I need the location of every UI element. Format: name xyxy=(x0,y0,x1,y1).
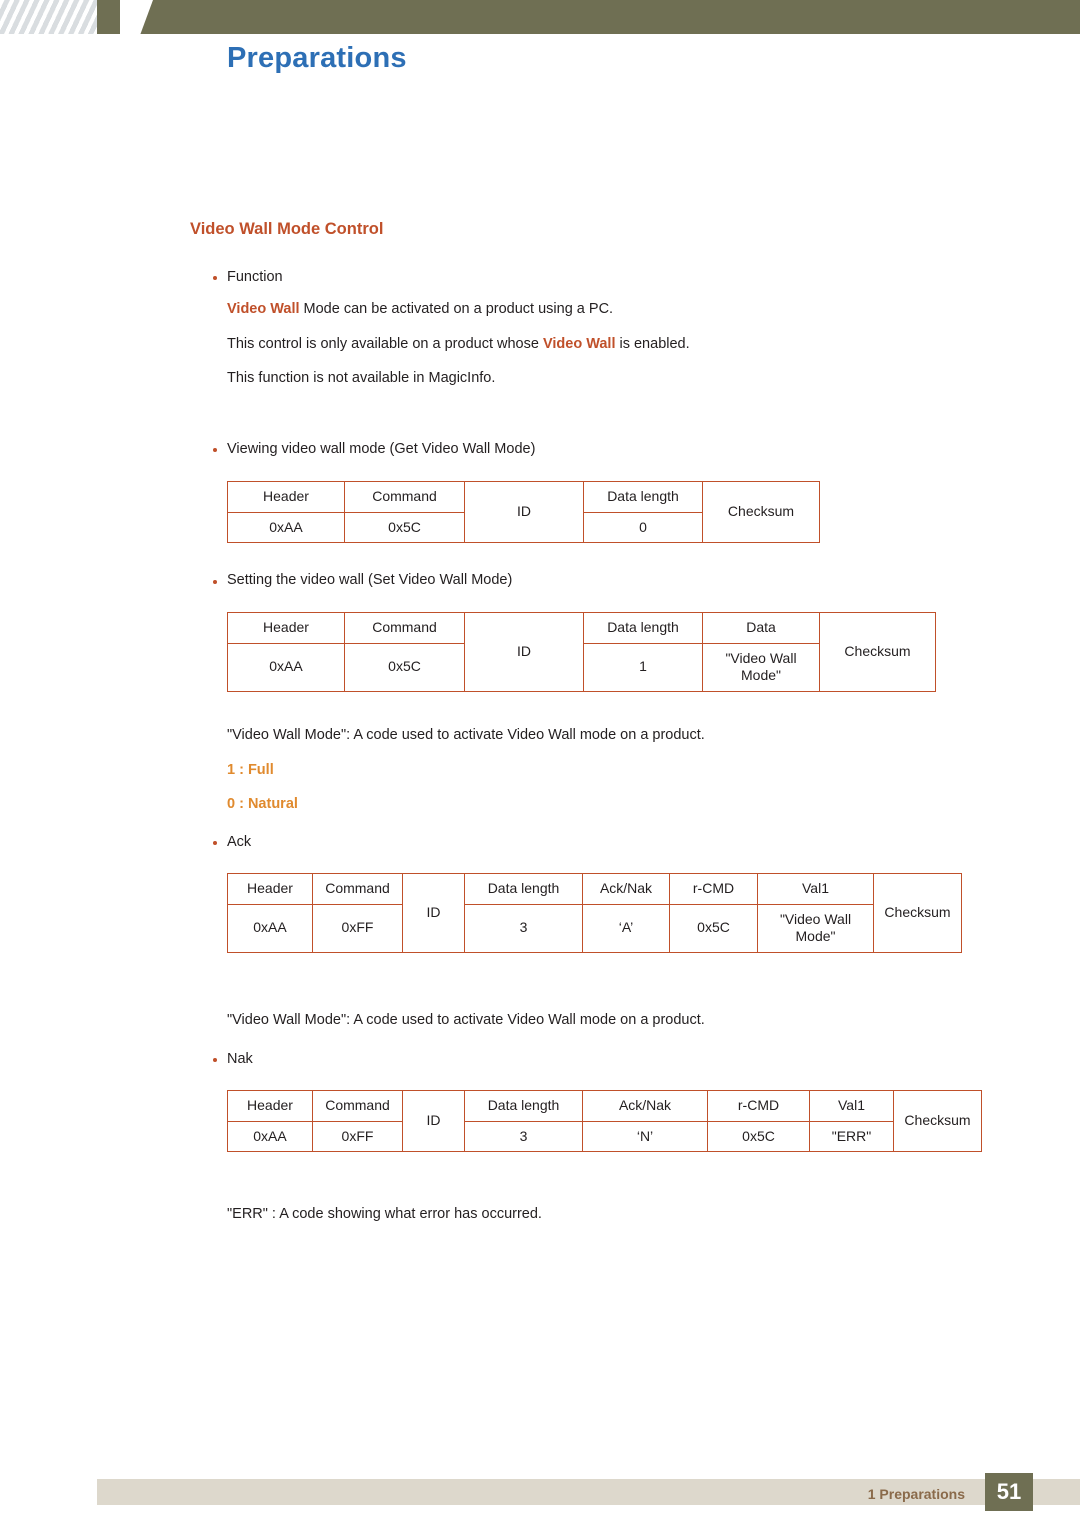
cell-command-label: Command xyxy=(344,481,465,513)
cell-datalength-label: Data length xyxy=(583,481,703,513)
videowall-term: Video Wall xyxy=(227,301,300,317)
function-label: Function xyxy=(227,269,283,285)
cell-datalength-value: 1 xyxy=(583,642,703,692)
cell-datalength-value: 0 xyxy=(583,511,703,543)
cell-data-value: "Video Wall Mode" xyxy=(702,642,820,692)
cell-checksum-label: Checksum xyxy=(893,1090,982,1152)
cell-id-label: ID xyxy=(464,481,584,543)
header-stripe-decoration xyxy=(0,0,97,34)
cell-rcmd-value: 0x5C xyxy=(707,1120,810,1152)
cell-datalength-label: Data length xyxy=(583,612,703,644)
cell-id-label: ID xyxy=(464,612,584,692)
videowall-term-2: Video Wall xyxy=(542,336,616,352)
code-natural: 0 : Natural xyxy=(227,796,298,812)
code-natural-text: 0 : Natural xyxy=(227,796,298,812)
cell-command-value: 0xFF xyxy=(312,903,403,953)
footer-left-blank xyxy=(0,1479,97,1505)
cell-header-label: Header xyxy=(227,612,345,644)
cell-rcmd-value: 0x5C xyxy=(669,903,758,953)
cell-rcmd-label: r-CMD xyxy=(707,1090,810,1122)
cell-command-value: 0x5C xyxy=(344,642,465,692)
cell-val1-value: "ERR" xyxy=(809,1120,894,1152)
header-olive-block xyxy=(97,0,1080,34)
code-full: 1 : Full xyxy=(227,762,274,778)
ack-label: Ack xyxy=(227,834,252,850)
function-line-2-start: This control is only available on a prod… xyxy=(227,336,543,352)
viewing-label: Viewing video wall mode (Get Video Wall … xyxy=(227,441,536,457)
cell-acknak-value: ‘N’ xyxy=(582,1120,708,1152)
table-set-video-wall-mode: Header Command ID Data length Data Check… xyxy=(227,612,936,692)
cell-val1-value: "Video Wall Mode" xyxy=(757,903,874,953)
note-err: "ERR" : A code showing what error has oc… xyxy=(227,1206,542,1222)
note-videowall-mode-2: "Video Wall Mode": A code used to activa… xyxy=(227,1012,705,1028)
cell-val1-label: Val1 xyxy=(757,873,874,905)
bullet-icon xyxy=(213,1058,217,1062)
cell-val1-label: Val1 xyxy=(809,1090,894,1122)
cell-acknak-label: Ack/Nak xyxy=(582,1090,708,1122)
cell-acknak-value: ‘A’ xyxy=(582,903,670,953)
cell-datalength-value: 3 xyxy=(464,1120,583,1152)
cell-datalength-label: Data length xyxy=(464,1090,583,1122)
cell-header-label: Header xyxy=(227,873,313,905)
bullet-icon xyxy=(213,580,217,584)
cell-datalength-value: 3 xyxy=(464,903,583,953)
table-nak: Header Command ID Data length Ack/Nak r-… xyxy=(227,1090,982,1152)
function-line-1: Video Wall Mode can be activated on a pr… xyxy=(227,301,613,317)
cell-checksum-label: Checksum xyxy=(702,481,820,543)
footer-page-number: 51 xyxy=(985,1473,1033,1511)
cell-header-value: 0xAA xyxy=(227,1120,313,1152)
cell-rcmd-label: r-CMD xyxy=(669,873,758,905)
cell-data-label: Data xyxy=(702,612,820,644)
cell-acknak-label: Ack/Nak xyxy=(582,873,670,905)
table-row: 0xAA 0xFF 3 ‘N’ 0x5C "ERR" xyxy=(227,1120,982,1152)
bullet-icon xyxy=(213,276,217,280)
cell-checksum-label: Checksum xyxy=(873,873,962,953)
cell-checksum-label: Checksum xyxy=(819,612,936,692)
cell-id-label: ID xyxy=(402,873,465,953)
cell-command-value: 0xFF xyxy=(312,1120,403,1152)
cell-datalength-label: Data length xyxy=(464,873,583,905)
section-heading: Video Wall Mode Control xyxy=(190,220,384,238)
bullet-icon xyxy=(213,448,217,452)
function-line-1-rest: Mode can be activated on a product using… xyxy=(299,301,614,317)
footer-label: 1 Preparations xyxy=(867,1486,965,1502)
function-line-2-end: is enabled. xyxy=(615,336,690,352)
page-title: Preparations xyxy=(227,42,407,74)
cell-header-value: 0xAA xyxy=(227,511,345,543)
cell-header-label: Header xyxy=(227,481,345,513)
cell-command-value: 0x5C xyxy=(344,511,465,543)
page-header-bar xyxy=(0,0,1080,34)
cell-header-value: 0xAA xyxy=(227,642,345,692)
cell-command-label: Command xyxy=(344,612,465,644)
bullet-icon xyxy=(213,841,217,845)
cell-command-label: Command xyxy=(312,873,403,905)
cell-header-label: Header xyxy=(227,1090,313,1122)
note-videowall-mode-1: "Video Wall Mode": A code used to activa… xyxy=(227,727,705,743)
nak-label: Nak xyxy=(227,1051,253,1067)
table-row: Header Command ID Data length Data Check… xyxy=(227,612,936,692)
code-full-text: 1 : Full xyxy=(227,762,274,778)
function-line-3: This function is not available in MagicI… xyxy=(227,370,496,386)
table-get-video-wall-mode: Header Command ID Data length Checksum 0… xyxy=(227,481,820,543)
table-row: Header Command ID Data length Ack/Nak r-… xyxy=(227,1090,982,1152)
setting-label: Setting the video wall (Set Video Wall M… xyxy=(227,572,513,588)
table-row: Header Command ID Data length Checksum xyxy=(227,481,820,543)
table-ack: Header Command ID Data length Ack/Nak r-… xyxy=(227,873,962,953)
table-row: 0xAA 0xFF 3 ‘A’ 0x5C "Video Wall Mode" xyxy=(227,903,962,953)
cell-header-value: 0xAA xyxy=(227,903,313,953)
cell-id-label: ID xyxy=(402,1090,465,1152)
function-line-2: This control is only available on a prod… xyxy=(227,336,690,352)
cell-command-label: Command xyxy=(312,1090,403,1122)
table-row: Header Command ID Data length Ack/Nak r-… xyxy=(227,873,962,953)
